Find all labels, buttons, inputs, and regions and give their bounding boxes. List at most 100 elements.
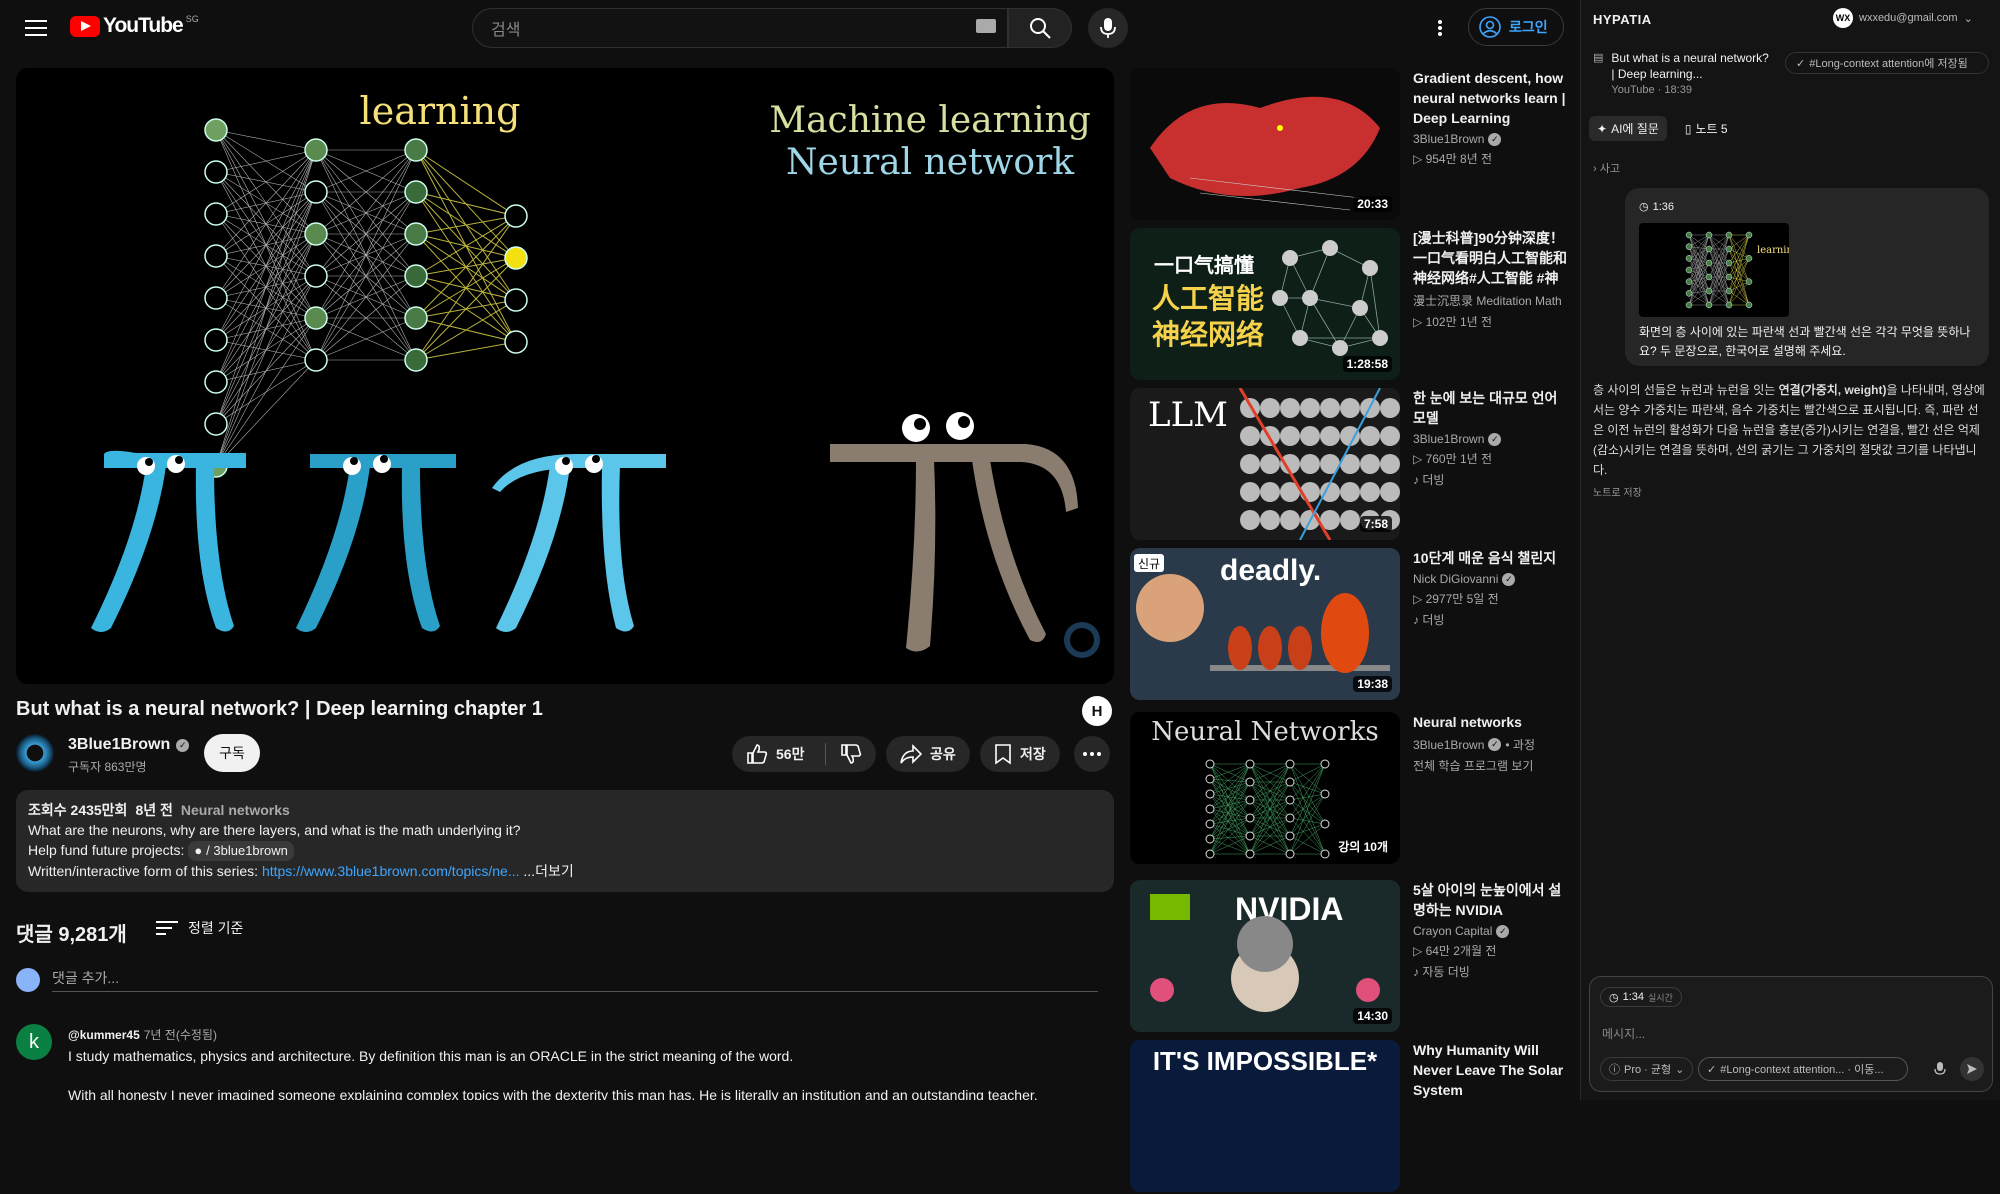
- comment-avatar[interactable]: k: [16, 1024, 52, 1060]
- current-video-card[interactable]: ▤ But what is a neural network? | Deep l…: [1593, 50, 1773, 98]
- video-thumbnail[interactable]: IT'S IMPOSSIBLE*: [1130, 1040, 1400, 1192]
- sort-icon: [156, 921, 178, 935]
- channel-name-text: 漫士沉思录 Meditation Math: [1413, 294, 1562, 308]
- recommendation-card[interactable]: Neural Networks 강의 10개 Neural networks 3Blu…: [1130, 712, 1568, 866]
- search-input[interactable]: 검색: [472, 8, 1008, 48]
- context-selector[interactable]: ✓ #Long-context attention... · 이동...: [1698, 1057, 1908, 1081]
- comment-time[interactable]: 7년 전(수정됨): [144, 1028, 217, 1042]
- dislike-button[interactable]: [826, 743, 876, 765]
- chevron-right-icon: ›: [1593, 163, 1597, 175]
- series-link[interactable]: https://www.3blue1brown.com/topics/ne...: [262, 863, 520, 879]
- video-thumbnail[interactable]: 一口气搞懂 人工智能 神经网络 1:28:58: [1130, 228, 1400, 380]
- hypatia-tabs: ✦ AI에 질문 ▯ 노트 5: [1589, 116, 1736, 141]
- recommendation-card[interactable]: LLM 7:58 한 눈에 보는 대규모 언어 모델 3Blue1Brown ✓ ▷ 76…: [1130, 388, 1568, 542]
- description-line: Written/interactive form of this series:…: [28, 861, 1102, 881]
- recommendation-card[interactable]: 20:33 Gradient descent, how neural networ…: [1130, 68, 1568, 222]
- recommendation-title[interactable]: 5살 아이의 눈높이에서 설명하는 NVIDIA: [1413, 880, 1568, 920]
- youtube-logo[interactable]: YouTube SG: [70, 14, 199, 38]
- description-box[interactable]: 조회수 2435만회 8년 전 Neural networks What are t…: [16, 790, 1114, 892]
- verified-icon: ✓: [1496, 924, 1510, 938]
- voice-search-button[interactable]: [1088, 8, 1128, 48]
- comment-author[interactable]: @kummer45: [68, 1028, 140, 1042]
- recommendation-channel[interactable]: 漫士沉思录 Meditation Math: [1413, 292, 1568, 309]
- recommendation-channel[interactable]: 3Blue1Brown ✓ • 과정: [1413, 736, 1568, 753]
- thumb-text: 神经网络: [1152, 318, 1264, 350]
- saved-collection-chip[interactable]: ✓ #Long-context attention에 저장됨: [1785, 52, 1989, 74]
- show-more-link[interactable]: ...더보기: [523, 863, 573, 879]
- message-timestamp[interactable]: ◷ 1:36: [1639, 198, 1975, 217]
- recommendation-title[interactable]: Neural networks: [1413, 712, 1568, 732]
- video-frame: learning Machine learning Neural network: [91, 89, 1100, 658]
- thinking-toggle[interactable]: › 사고: [1593, 160, 1620, 176]
- search-button[interactable]: [1008, 8, 1072, 48]
- save-button[interactable]: 저장: [980, 736, 1060, 772]
- answer-emphasis: 연결(가중치, weight): [1778, 383, 1887, 397]
- recommendation-card[interactable]: 一口气搞懂 人工智能 神经网络 1:28:58 [漫士科普]90分钟深度！一口气看明白人…: [1130, 228, 1568, 382]
- mic-icon[interactable]: [1934, 1061, 1946, 1077]
- recommendation-title[interactable]: [漫士科普]90分钟深度！一口气看明白人工智能和神经网络#人工智能 #神经网..…: [1413, 228, 1568, 288]
- overlay-title-1: Machine learning: [769, 100, 1091, 141]
- dub-icon: ♪: [1413, 473, 1419, 487]
- settings-menu-button[interactable]: [1424, 12, 1456, 44]
- recommendation-channel[interactable]: 3Blue1Brown ✓: [1413, 432, 1568, 446]
- subscribe-button[interactable]: 구독: [204, 734, 260, 772]
- account-email: wxxedu@gmail.com: [1859, 12, 1958, 24]
- recommendation-title[interactable]: 한 눈에 보는 대규모 언어 모델: [1413, 388, 1568, 428]
- save-label: 저장: [1020, 746, 1046, 762]
- recommendation-info: 10단계 매운 음식 챌린지 Nick DiGiovanni ✓ ▷ 2977만 5일…: [1413, 548, 1568, 628]
- recommendation-channel[interactable]: Nick DiGiovanni ✓: [1413, 572, 1568, 586]
- like-button[interactable]: 56만: [732, 743, 826, 765]
- recommendation-channel[interactable]: 3Blue1Brown ✓: [1413, 132, 1568, 146]
- description-meta: 조회수 2435만회 8년 전 Neural networks: [28, 800, 1102, 820]
- video-thumbnail[interactable]: NVIDIA 14:30: [1130, 880, 1400, 1032]
- channel-avatar[interactable]: [16, 734, 54, 772]
- patreon-chip[interactable]: ●/ 3blue1brown: [188, 841, 294, 861]
- video-thumbnail[interactable]: deadly. 신규 19:38: [1130, 548, 1400, 700]
- share-button[interactable]: 공유: [886, 736, 970, 772]
- more-actions-button[interactable]: [1074, 736, 1110, 772]
- overlay-title-2: Neural network: [786, 142, 1075, 183]
- send-button[interactable]: [1960, 1057, 1984, 1081]
- video-thumbnail[interactable]: LLM 7:58: [1130, 388, 1400, 540]
- keyboard-icon[interactable]: [976, 19, 996, 33]
- dub-badge: ♪ 자동 더빙: [1413, 963, 1568, 980]
- add-comment-input[interactable]: 댓글 추가...: [52, 968, 1098, 992]
- channel-name[interactable]: 3Blue1Brown ✓: [68, 736, 190, 754]
- tab-ask-ai[interactable]: ✦ AI에 질문: [1589, 116, 1667, 141]
- video-player[interactable]: learning Machine learning Neural network: [16, 68, 1114, 684]
- tab-ask-label: AI에 질문: [1611, 122, 1659, 136]
- message-composer: ◷ 1:34 실시간 메시지... ⓘ Pro · 균형 ⌄ ✓ #Long-contex…: [1589, 976, 1993, 1092]
- thumb-text: deadly.: [1220, 554, 1321, 587]
- patreon-label: / 3blue1brown: [206, 843, 288, 858]
- channel-name-text: Nick DiGiovanni: [1413, 572, 1499, 586]
- save-note-button[interactable]: 노트로 저장: [1593, 484, 1642, 499]
- recommendation-card[interactable]: NVIDIA 14:30 5살 아이의 눈높이에서 설명하는 NVIDIA Crayo…: [1130, 880, 1568, 1034]
- recommendation-card[interactable]: deadly. 신규 19:38 10단계 매운 음식 챌린지 Nick DiGiova…: [1130, 548, 1568, 702]
- frame-thumbnail[interactable]: learning: [1639, 223, 1789, 317]
- recommendation-channel[interactable]: Crayon Capital ✓: [1413, 924, 1568, 938]
- login-button[interactable]: 로그인: [1468, 8, 1564, 46]
- message-input[interactable]: 메시지...: [1602, 1025, 1645, 1042]
- recommendation-title[interactable]: Gradient descent, how neural networks le…: [1413, 68, 1568, 128]
- login-label: 로그인: [1509, 19, 1548, 35]
- description-line: What are the neurons, why are there laye…: [28, 822, 521, 838]
- chevron-down-icon: ⌄: [1963, 12, 1973, 25]
- playlist-link[interactable]: Neural networks: [181, 802, 290, 818]
- recommendation-title[interactable]: Why Humanity Will Never Leave The Solar …: [1413, 1040, 1568, 1100]
- recommendation-info: Why Humanity Will Never Leave The Solar …: [1413, 1040, 1568, 1100]
- hypatia-toggle-button[interactable]: H: [1082, 696, 1112, 726]
- view-count: 조회수 2435만회: [28, 802, 128, 818]
- recommendation-title[interactable]: 10단계 매운 음식 챌린지: [1413, 548, 1568, 568]
- composer-timestamp[interactable]: ◷ 1:34 실시간: [1600, 987, 1682, 1007]
- duration-badge: 강의 10개: [1334, 837, 1392, 856]
- tab-notes[interactable]: ▯ 노트 5: [1677, 116, 1736, 141]
- video-thumbnail[interactable]: Neural Networks 강의 10개: [1130, 712, 1400, 864]
- video-thumbnail[interactable]: 20:33: [1130, 68, 1400, 220]
- timestamp-label: 1:36: [1652, 201, 1675, 213]
- recommendation-card[interactable]: IT'S IMPOSSIBLE* Why Humanity Will Never …: [1130, 1040, 1568, 1194]
- model-selector[interactable]: ⓘ Pro · 균형 ⌄: [1600, 1057, 1694, 1081]
- account-menu[interactable]: WX wxxedu@gmail.com ⌄: [1833, 8, 1973, 28]
- share-label: 공유: [930, 746, 956, 762]
- sort-button[interactable]: 정렬 기준: [156, 918, 243, 938]
- menu-icon[interactable]: [18, 10, 54, 46]
